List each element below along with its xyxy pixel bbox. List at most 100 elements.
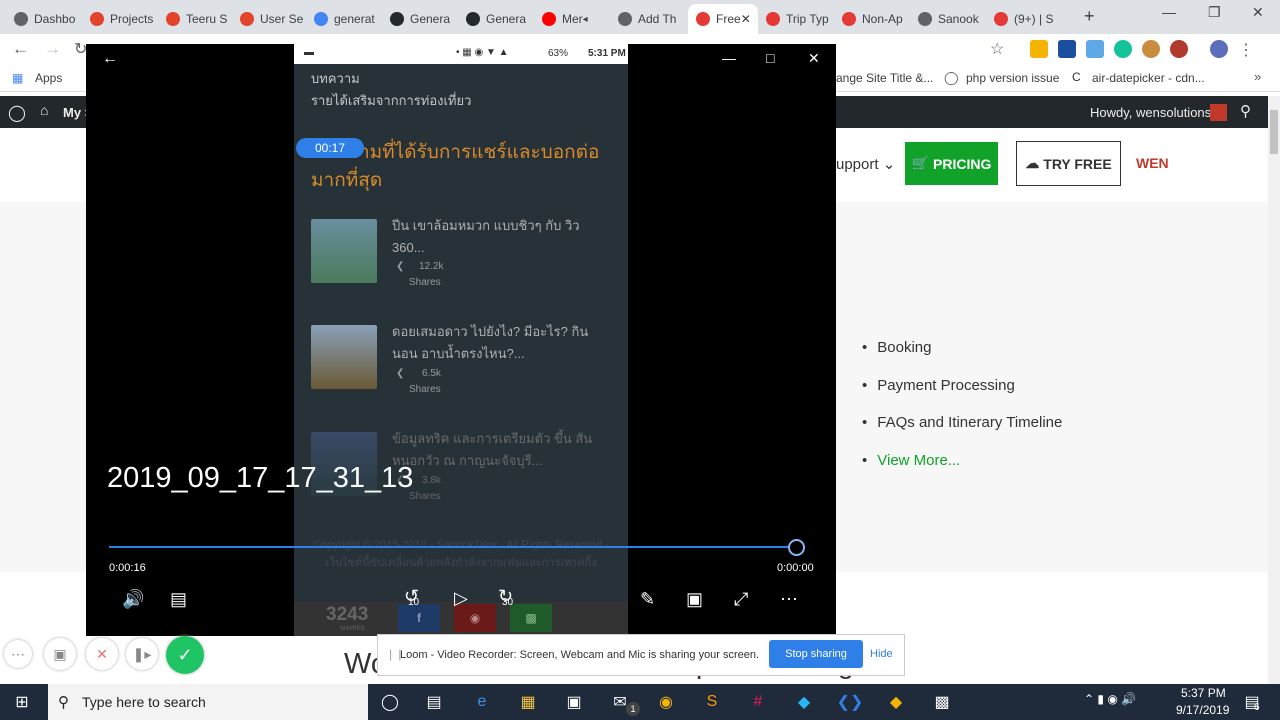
loom-cancel-button[interactable]: ✕	[86, 638, 118, 670]
close-tab-icon[interactable]: ✕	[741, 12, 751, 26]
extension-icon[interactable]	[1030, 40, 1048, 58]
gitlab-icon	[166, 12, 180, 26]
fullscreen-icon[interactable]: ⤢	[734, 589, 748, 610]
edge-browser-icon[interactable]: e	[470, 690, 494, 714]
git-icon[interactable]: ◆	[884, 690, 908, 714]
cortana-icon[interactable]: ◯	[378, 690, 402, 714]
browser-tab[interactable]: Projects	[82, 4, 158, 34]
slack-icon[interactable]: #	[746, 690, 770, 714]
bookmark-c-icon: C	[1072, 70, 1081, 84]
try-free-label: TRY FREE	[1043, 155, 1112, 172]
taskbar-search-box[interactable]: ⚲ Type here to search	[48, 684, 368, 720]
seek-bar-handle[interactable]	[788, 539, 805, 556]
loom-pause-button[interactable]: ❚▸	[126, 638, 158, 670]
support-menu-item[interactable]: upport ⌄	[836, 155, 895, 173]
pricing-button[interactable]: 🛒 PRICING	[905, 142, 998, 185]
maximize-window-button[interactable]: ❐	[1208, 4, 1221, 21]
captions-icon[interactable]: ▤	[170, 589, 187, 610]
extension-icon[interactable]	[1086, 40, 1104, 58]
browser-tab[interactable]: Mer ◂	[534, 4, 610, 34]
share-total-label: SHARES	[340, 626, 365, 632]
player-maximize-button[interactable]: □	[766, 50, 774, 66]
facebook-share-button[interactable]: f	[398, 604, 440, 632]
bookmark-item[interactable]: php version issue	[966, 71, 1059, 85]
taskbar-time[interactable]: 5:37 PM	[1181, 686, 1226, 700]
edit-pencil-icon[interactable]: ✎	[640, 589, 655, 610]
browser-tab[interactable]: Genera	[382, 4, 458, 34]
bookmark-item[interactable]: air-datepicker - cdn...	[1092, 71, 1205, 85]
browser-tab[interactable]: Dashbo	[6, 4, 82, 34]
taskbar-date[interactable]: 9/17/2019	[1176, 703, 1229, 717]
more-options-icon[interactable]: ⋯	[780, 589, 798, 610]
mini-view-icon[interactable]: ▣	[686, 589, 703, 610]
extension-icon[interactable]	[1058, 40, 1076, 58]
line-share-button[interactable]: ▩	[510, 604, 552, 632]
wp-howdy-label[interactable]: Howdy, wensolutions	[1090, 105, 1211, 120]
cookie-icon[interactable]	[1142, 40, 1160, 58]
new-tab-button[interactable]: +	[1084, 6, 1095, 27]
task-view-icon[interactable]: ▤	[422, 690, 446, 714]
grammarly-icon[interactable]	[1114, 40, 1132, 58]
tab-audio-icon[interactable]: ◂	[583, 14, 588, 25]
browser-tab[interactable]: Genera	[458, 4, 534, 34]
wordpress-logo-icon[interactable]: ◯	[8, 103, 26, 123]
page-scrollbar[interactable]	[1268, 96, 1280, 684]
app-icon[interactable]: ◆	[792, 690, 816, 714]
browser-tab[interactable]: User Se	[232, 4, 306, 34]
loom-more-button[interactable]: ⋯	[4, 640, 32, 668]
scrollbar-thumb[interactable]	[1270, 110, 1278, 154]
notification-center-icon[interactable]: ▤	[1240, 690, 1264, 714]
minimize-window-button[interactable]: —	[1162, 4, 1176, 20]
browser-tab[interactable]: Teeru S	[158, 4, 232, 34]
chrome-icon[interactable]: ◉	[654, 690, 678, 714]
loom-camera-button[interactable]: ▣	[44, 638, 76, 670]
store-icon[interactable]: ▣	[562, 690, 586, 714]
share-icon: ❮	[396, 261, 405, 272]
apps-grid-icon[interactable]: ▦	[12, 71, 23, 85]
try-free-button[interactable]: ☁ TRY FREE	[1016, 141, 1121, 186]
view-more-link[interactable]: View More...	[862, 452, 960, 469]
apps-bookmark[interactable]: Apps	[35, 71, 62, 85]
browser-tab[interactable]: (9+) | S	[986, 4, 1066, 34]
player-close-button[interactable]: ✕	[808, 50, 820, 67]
file-explorer-icon[interactable]: ▦	[516, 690, 540, 714]
github-icon	[466, 12, 480, 26]
browser-tab[interactable]: Add Th	[610, 4, 688, 34]
back-icon[interactable]: ←	[12, 39, 29, 59]
search-icon[interactable]: ⚲	[1240, 102, 1251, 120]
loom-finish-button[interactable]: ✓	[166, 636, 204, 674]
browser-tab[interactable]: Sanook	[910, 4, 986, 34]
more-bookmarks-icon[interactable]: »	[1254, 69, 1261, 84]
volume-icon[interactable]: 🔊	[122, 589, 144, 610]
extension-icons: ⋮	[1030, 40, 1254, 60]
wp-user-avatar[interactable]	[1210, 104, 1227, 121]
bookmark-item[interactable]: ange Site Title &...	[836, 71, 933, 85]
extension-icon[interactable]	[1170, 40, 1188, 58]
browser-tab[interactable]: Non-Ap	[834, 4, 910, 34]
browser-tab[interactable]: Trip Typ	[758, 4, 834, 34]
browser-tab[interactable]: Free ✕	[688, 4, 758, 34]
player-minimize-button[interactable]: —	[722, 50, 736, 66]
video-editor-icon[interactable]: ▩	[930, 690, 954, 714]
chrome-menu-icon[interactable]: ⋮	[1238, 40, 1254, 60]
play-icon[interactable]: ▷	[454, 588, 468, 609]
home-icon[interactable]: ⌂	[40, 102, 48, 118]
windows-start-icon[interactable]: ⊞	[10, 690, 34, 714]
wen-logo[interactable]: WEN	[1136, 155, 1169, 171]
forward-icon[interactable]: →	[44, 39, 61, 59]
stop-sharing-button[interactable]: Stop sharing	[769, 640, 863, 668]
phone-status-bar: ▬ • ▦ ◉ ▼ ▲ 63% 5:31 PM	[294, 44, 628, 64]
hide-banner-button[interactable]: Hide	[870, 648, 893, 660]
player-back-icon[interactable]: ←	[102, 50, 118, 68]
seek-bar-progress[interactable]	[109, 546, 796, 548]
profile-avatar[interactable]	[1210, 40, 1228, 58]
cloud-download-icon: ☁	[1025, 155, 1040, 171]
bookmark-star-icon[interactable]: ☆	[990, 39, 1004, 59]
vscode-icon[interactable]: ❮❯	[837, 690, 864, 714]
recording-timestamp-badge: 00:17	[296, 138, 364, 158]
close-window-button[interactable]: ✕	[1252, 4, 1264, 21]
tray-icons[interactable]: ⌃ ▮ ◉ 🔊	[1084, 692, 1136, 706]
sublime-icon[interactable]: S	[700, 690, 724, 714]
tab-label: Trip Typ	[786, 12, 829, 26]
browser-tab[interactable]: generat	[306, 4, 382, 34]
